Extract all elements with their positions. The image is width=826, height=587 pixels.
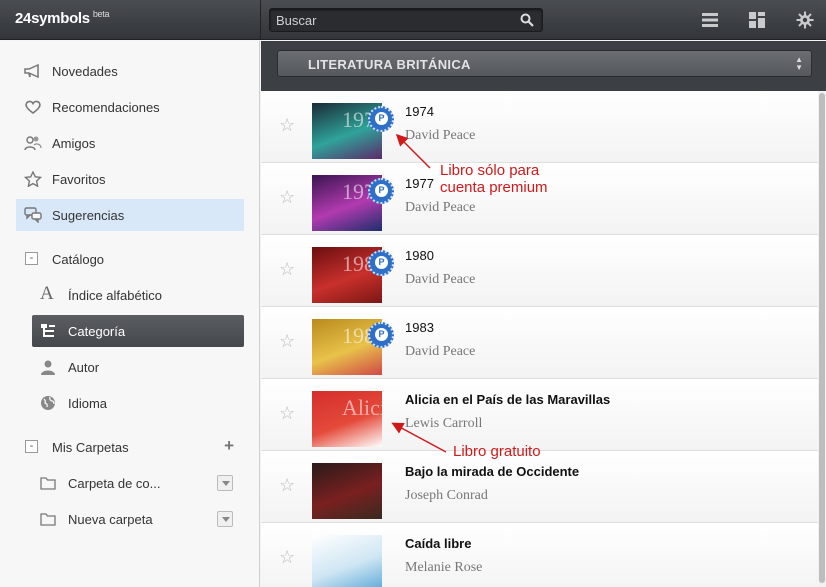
book-title[interactable]: 1983 [405,320,434,335]
globe-icon [41,396,55,410]
book-author[interactable]: David Peace [405,128,475,144]
book-author[interactable]: Lewis Carroll [405,416,482,432]
book-row[interactable]: ☆ Caída libre Melanie Rose [261,523,818,587]
sidebar-item-label: Autor [68,360,100,375]
catalog-section-header: - Catálogo [16,247,244,271]
friends-icon [24,136,42,151]
favorite-star-icon[interactable]: ☆ [279,331,295,352]
tree-icon [41,324,55,337]
folders-collapse-toggle[interactable]: - [25,440,38,453]
sidebar-item-categoria[interactable]: Categoría [32,315,244,347]
folder-item[interactable]: Nueva carpeta [32,503,244,535]
premium-annotation: Libro sólo para cuenta premium [440,162,548,196]
sidebar-item-label: Idioma [68,396,108,411]
app-logo[interactable]: 24symbols beta [15,9,109,27]
favorite-star-icon[interactable]: ☆ [279,259,295,280]
sidebar-item-autor[interactable]: Autor [32,351,244,383]
book-cover[interactable] [312,535,382,587]
premium-annotation-line: Libro sólo para [440,162,540,179]
folder-icon [40,477,56,490]
book-title[interactable]: 1974 [405,104,434,119]
folder-menu-dropdown[interactable] [217,475,233,491]
book-row[interactable]: ☆ 1980 P 1980 David Peace [261,235,818,307]
scrollbar[interactable] [818,91,826,587]
book-row[interactable]: ☆ Bajo la mirada de Occidente Joseph Conra… [261,451,818,523]
grid-view-icon[interactable] [748,11,766,29]
logo-text: 24symbols [15,10,90,27]
category-select-value: LITERATURA BRITÁNICA [308,57,471,72]
add-folder-button[interactable]: + [224,436,234,456]
megaphone-icon [24,63,39,79]
top-bar: 24symbols beta [0,0,826,40]
book-title[interactable]: 1977 [405,176,434,191]
folder-label: Nueva carpeta [68,512,153,527]
sidebar-item-idioma[interactable]: Idioma [32,387,244,419]
sidebar-item-favoritos[interactable]: Favoritos [16,163,244,195]
book-title[interactable]: 1980 [405,248,434,263]
speech-bubbles-icon [24,207,42,223]
star-icon [24,171,42,187]
book-row[interactable]: ☆ 1983 P 1983 David Peace [261,307,818,379]
category-select[interactable]: LITERATURA BRITÁNICA ▲ ▼ [277,50,812,77]
book-cover-title: Alicia [342,395,382,420]
list-view-icon[interactable] [701,11,719,29]
premium-badge-icon: P [368,106,394,132]
sidebar-item-novedades[interactable]: Novedades [16,55,244,87]
sidebar-item-indice-alfabetico[interactable]: A Índice alfabético [32,279,244,311]
book-cover[interactable] [312,463,382,519]
folders-section-header: - Mis Carpetas + [16,435,244,459]
sidebar-item-label: Favoritos [52,172,106,187]
favorite-star-icon[interactable]: ☆ [279,475,295,496]
book-cover[interactable]: Alicia [312,391,382,447]
premium-annotation-line: cuenta premium [440,179,548,196]
premium-badge-icon: P [368,250,394,276]
folder-menu-dropdown[interactable] [217,511,233,527]
sidebar-item-label: Amigos [52,136,96,151]
sidebar-item-label: Sugerencias [52,208,125,223]
premium-badge-icon: P [368,178,394,204]
book-title[interactable]: Alicia en el País de las Maravillas [405,392,610,407]
book-author[interactable]: David Peace [405,344,475,360]
book-author[interactable]: Joseph Conrad [405,488,488,504]
folder-label: Carpeta de co... [68,476,161,491]
favorite-star-icon[interactable]: ☆ [279,547,295,568]
favorite-star-icon[interactable]: ☆ [279,403,295,424]
heart-icon [25,100,41,114]
beta-badge: beta [92,9,110,19]
search-box [269,8,543,32]
topbar-divider [260,0,261,40]
gear-icon[interactable] [796,11,814,29]
folder-icon [40,513,56,526]
sidebar-item-sugerencias[interactable]: Sugerencias [16,199,244,231]
folders-section-title: Mis Carpetas [52,440,129,455]
sidebar: Novedades Recomendaciones Amigos Favorit… [0,41,260,587]
book-author[interactable]: David Peace [405,272,475,288]
book-title[interactable]: Caída libre [405,536,471,551]
book-author[interactable]: David Peace [405,200,475,216]
free-annotation: Libro gratuito [453,443,541,460]
sidebar-item-recomendaciones[interactable]: Recomendaciones [16,91,244,123]
sidebar-item-label: Categoría [68,324,126,339]
catalog-collapse-toggle[interactable]: - [25,252,38,265]
catalog-section-title: Catálogo [52,252,105,267]
sidebar-item-label: Novedades [52,64,118,79]
book-author[interactable]: Melanie Rose [405,560,482,576]
premium-badge-icon: P [368,322,394,348]
folder-item[interactable]: Carpeta de co... [32,467,244,499]
sidebar-item-amigos[interactable]: Amigos [16,127,244,159]
search-input[interactable] [276,12,516,29]
book-row[interactable]: ☆ Alicia Alicia en el País de las Maravill… [261,379,818,451]
sidebar-item-label: Recomendaciones [52,100,160,115]
sidebar-item-label: Índice alfabético [68,288,162,303]
favorite-star-icon[interactable]: ☆ [279,115,295,136]
scrollbar-thumb[interactable] [819,93,825,583]
search-icon[interactable] [520,13,534,27]
person-icon [41,360,55,375]
book-row[interactable]: ☆ 1974 P 1974 David Peace [261,91,818,163]
select-arrows-icon: ▲ ▼ [795,55,803,72]
book-title[interactable]: Bajo la mirada de Occidente [405,464,579,479]
favorite-star-icon[interactable]: ☆ [279,187,295,208]
main-header: LITERATURA BRITÁNICA ▲ ▼ [261,41,826,91]
letter-a-icon: A [40,283,54,304]
